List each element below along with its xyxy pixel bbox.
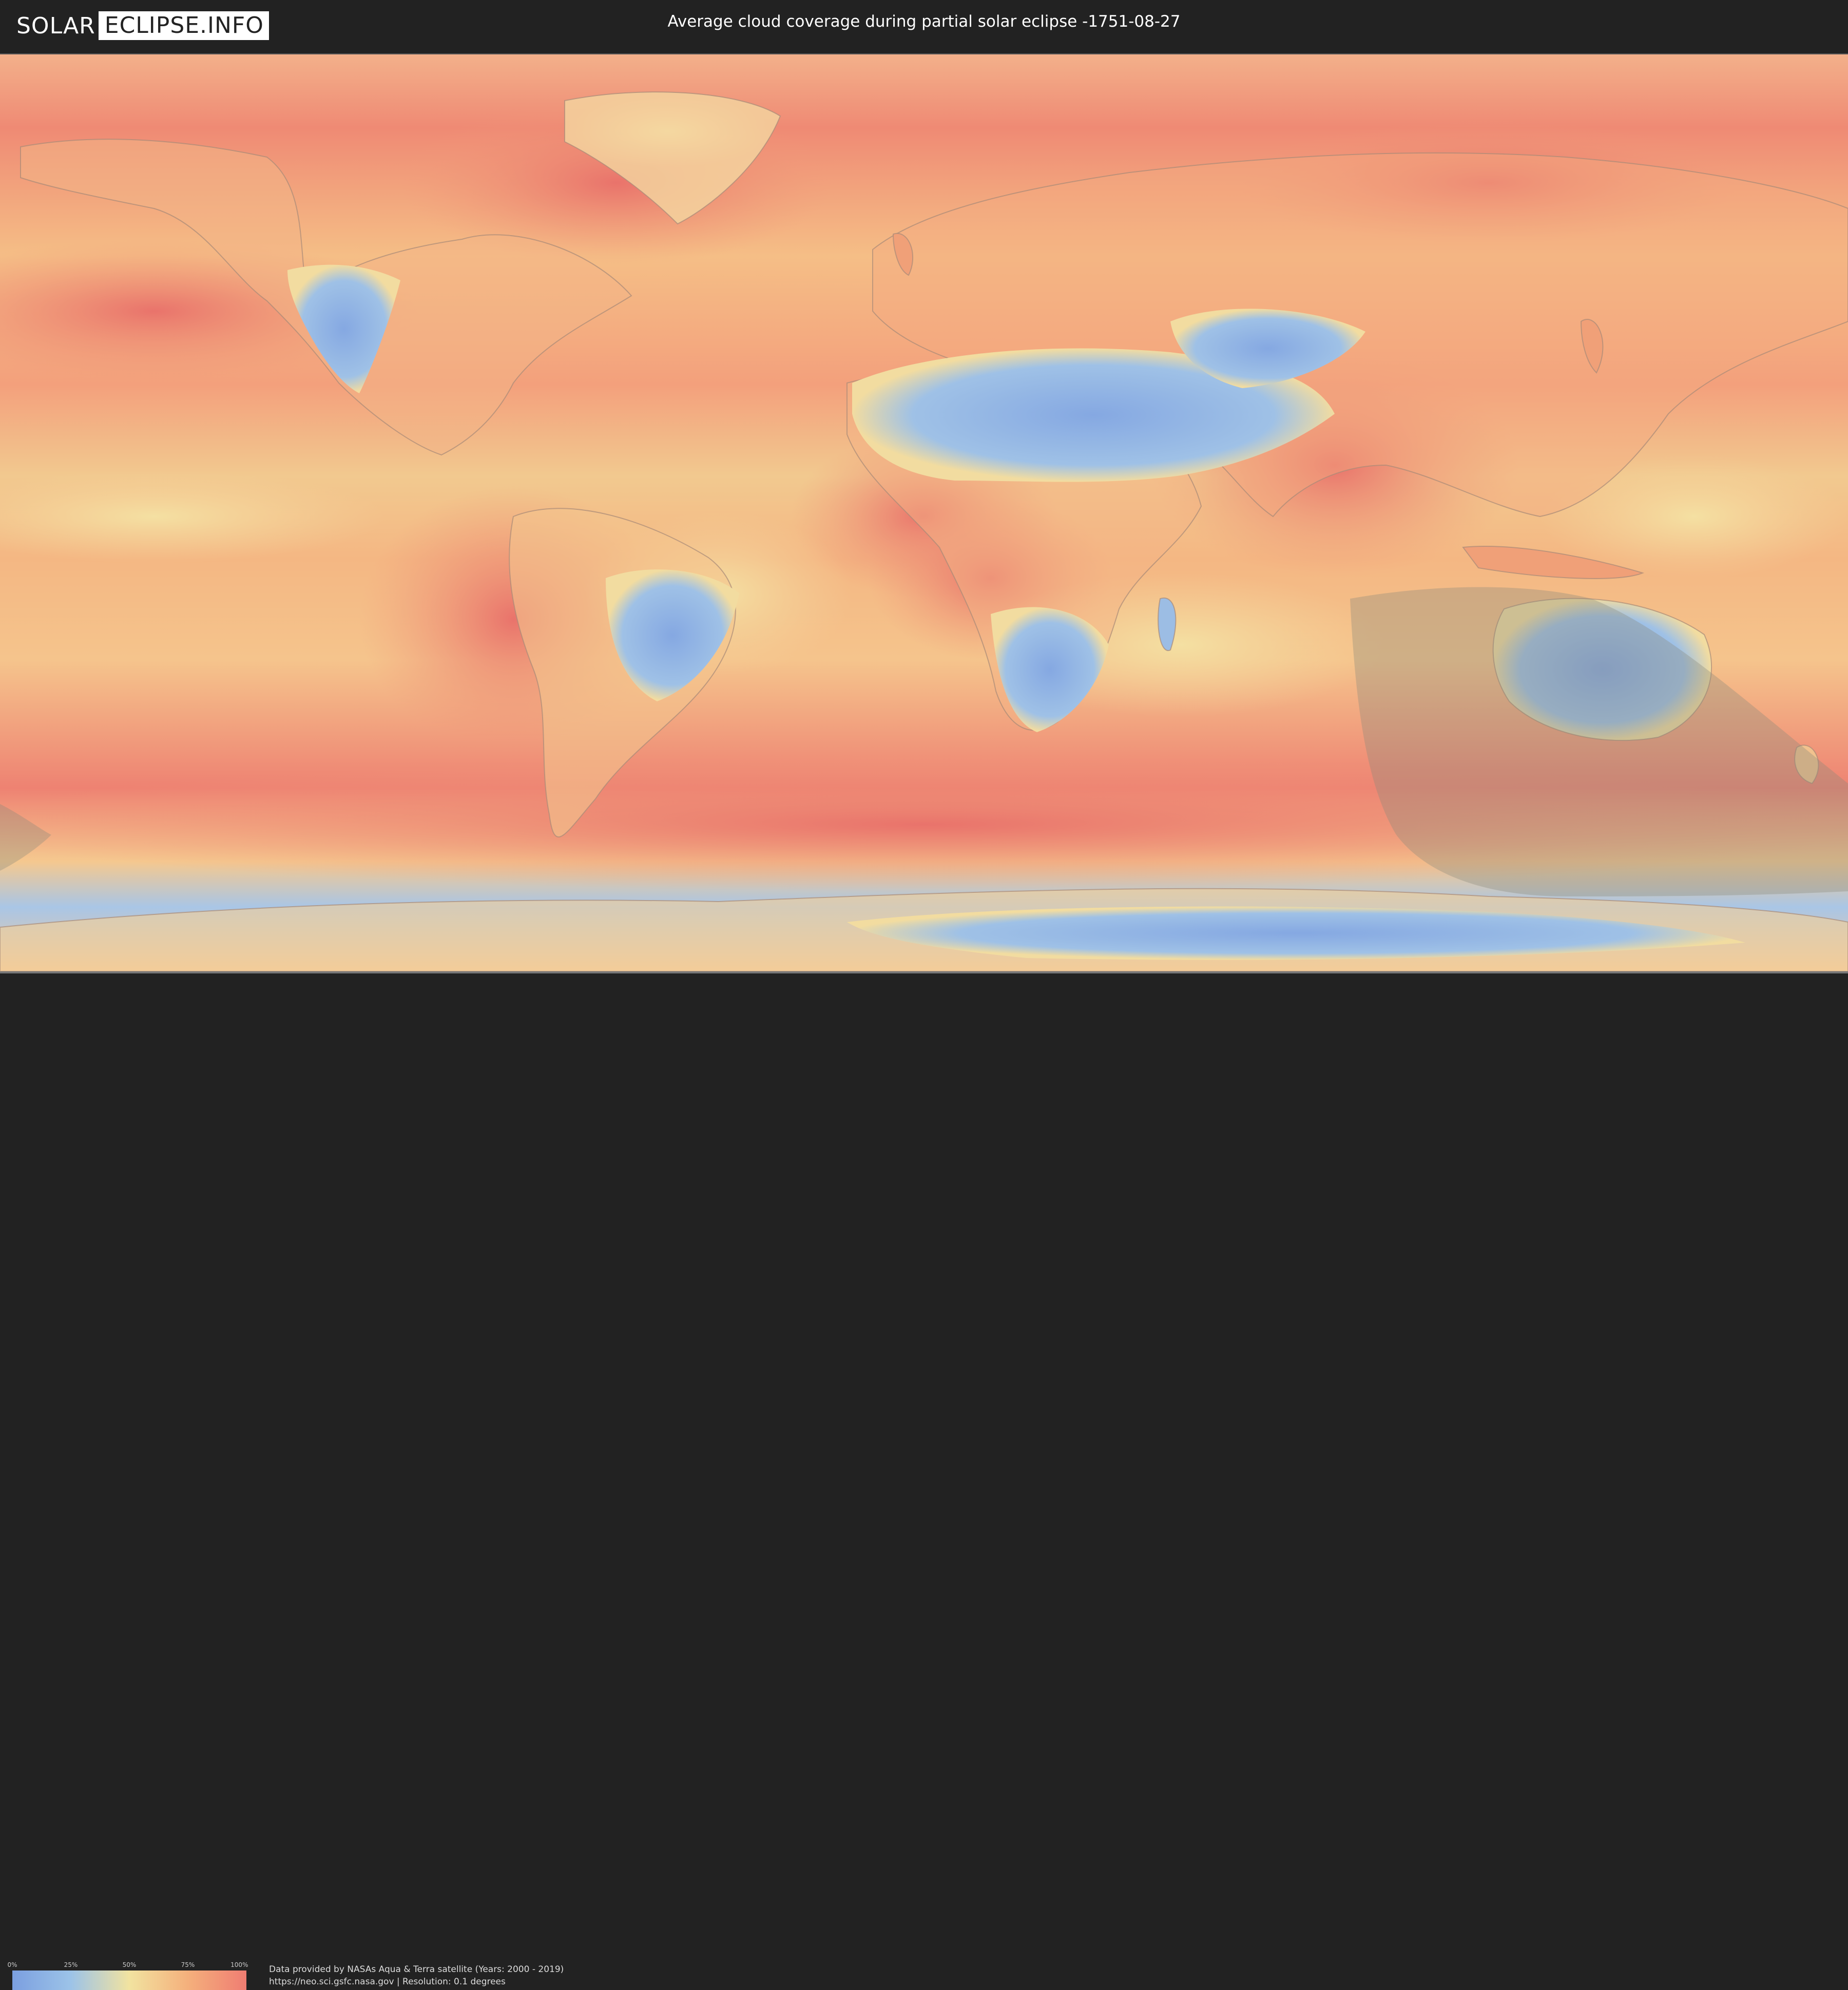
credits-line-2: https://neo.sci.gsfc.nasa.gov | Resoluti… bbox=[269, 1977, 506, 1987]
madagascar bbox=[1158, 597, 1177, 652]
credits-line-1: Data provided by NASAs Aqua & Terra sate… bbox=[269, 1964, 564, 1975]
legend-color-bar bbox=[12, 1970, 246, 1990]
top-bar: SOLAR ECLIPSE.INFO Average cloud coverag… bbox=[0, 0, 1848, 51]
cloud-coverage-legend: 0% 25% 50% 75% 100% bbox=[7, 1961, 248, 1990]
legend-tick-75: 75% bbox=[181, 1961, 195, 1968]
legend-tick-100: 100% bbox=[230, 1961, 248, 1968]
map-canvas bbox=[0, 54, 1848, 971]
legend-tick-0: 0% bbox=[7, 1961, 17, 1968]
data-credits: Data provided by NASAs Aqua & Terra sate… bbox=[269, 1963, 564, 1988]
page-title: Average cloud coverage during partial so… bbox=[667, 12, 1181, 31]
legend-ticks: 0% 25% 50% 75% 100% bbox=[7, 1961, 248, 1969]
cloud-coverage-map bbox=[0, 53, 1848, 973]
footer: 0% 25% 50% 75% 100% Data provided by NAS… bbox=[0, 973, 1848, 1990]
legend-tick-50: 50% bbox=[122, 1961, 137, 1968]
legend-tick-25: 25% bbox=[64, 1961, 78, 1968]
